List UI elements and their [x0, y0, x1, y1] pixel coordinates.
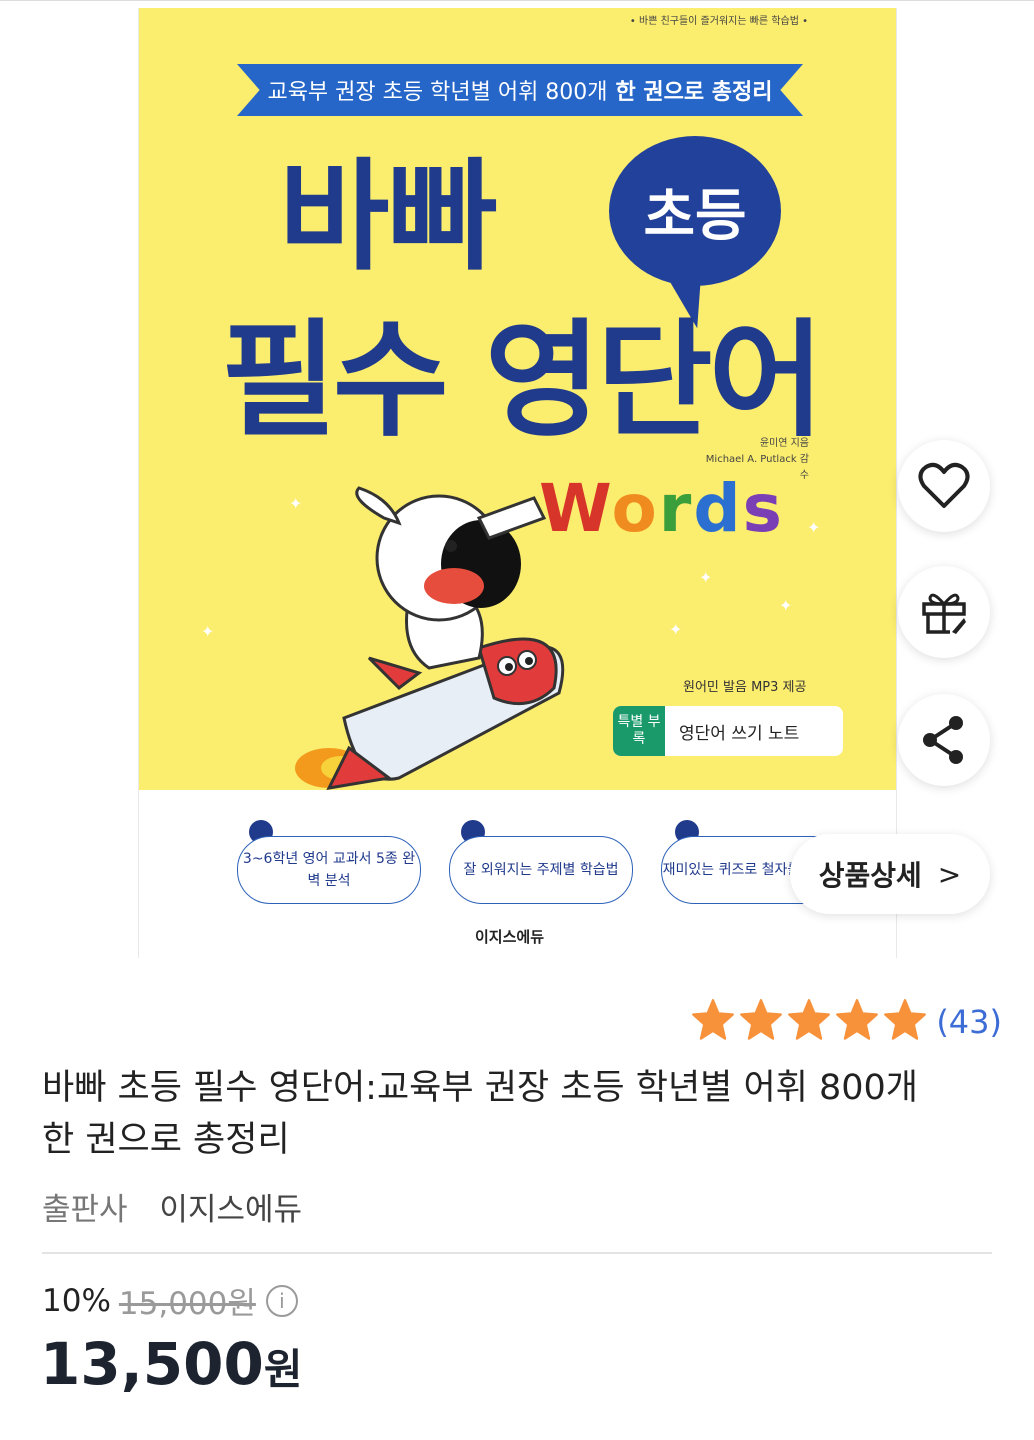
star-icon [884, 999, 927, 1040]
cover-publisher-logo: 이지스에듀 [475, 928, 545, 946]
publisher-label: 출판사 [42, 1192, 128, 1228]
rating-stars [688, 998, 928, 1046]
cover-banner: 교육부 권장 초등 학년별 어휘 800개 한 권으로 총정리 [237, 64, 803, 116]
publisher-name[interactable]: 이지스에듀 [159, 1192, 302, 1228]
cover-banner-strong: 한 권으로 총정리 [615, 80, 773, 105]
gift-icon [922, 593, 966, 634]
appendix-badge: 특별 부록 [613, 706, 665, 756]
share-icon [923, 716, 963, 764]
wishlist-button[interactable] [898, 440, 990, 532]
star-icon [836, 999, 879, 1040]
cover-tagline: • 바쁜 친구들이 즐거워지는 빠른 학습법 • [629, 16, 808, 27]
cover-feature-2: 잘 외워지는 주제별 학습법 [449, 836, 633, 904]
star-icon [740, 999, 783, 1040]
words-letter: o [611, 470, 659, 547]
top-divider [0, 0, 1034, 1]
cover-title-line1: 바빠 [279, 148, 498, 287]
words-letter: s [742, 470, 784, 547]
sale-price-unit: 원 [263, 1345, 303, 1394]
book-cover-image[interactable]: • 바쁜 친구들이 즐거워지는 빠른 학습법 • 교육부 권장 초등 학년별 어… [138, 8, 897, 958]
product-detail-button[interactable]: 상품상세 > [790, 834, 990, 914]
sale-price: 13,500원 [40, 1330, 302, 1398]
price-discount-row: 10% 15,000원 i [42, 1278, 298, 1323]
discount-rate: 10% [42, 1282, 111, 1319]
star-decoration: ✦ [699, 568, 713, 587]
product-detail-label: 상품상세 [818, 859, 922, 892]
star-decoration: ✦ [779, 596, 793, 615]
star-decoration: ✦ [807, 518, 821, 537]
heart-icon [918, 462, 970, 508]
gift-button[interactable] [898, 566, 990, 658]
star-icon [788, 999, 831, 1040]
cover-title-line2: 필수 영단어 [221, 307, 824, 454]
section-divider [42, 1252, 992, 1254]
cover-appendix: 특별 부록 영단어 쓰기 노트 [613, 706, 843, 756]
sale-price-number: 13,500 [40, 1330, 264, 1398]
info-icon[interactable]: i [265, 1284, 298, 1317]
cover-banner-text: 교육부 권장 초등 학년별 어휘 800개 [267, 80, 608, 105]
star-decoration: ✦ [201, 622, 215, 641]
cover-speech-bubble: 초등 [609, 136, 781, 286]
cover-author: 윤미연 지음 [759, 438, 809, 449]
chevron-right-icon: > [937, 857, 962, 891]
share-button[interactable] [898, 694, 990, 786]
words-letter: r [658, 470, 694, 547]
publisher-row: 출판사 이지스에듀 [42, 1184, 302, 1229]
rating-row[interactable]: (43) [688, 998, 1002, 1046]
cover-feature-1: 3~6학년 영어 교과서 5종 완벽 분석 [237, 836, 421, 904]
original-price: 15,000원 [118, 1286, 256, 1322]
astronaut-dog-rocket-illustration [295, 486, 565, 790]
star-decoration: ✦ [669, 620, 683, 639]
appendix-text: 영단어 쓰기 노트 [679, 723, 800, 744]
review-count-link[interactable]: (43) [936, 1003, 1002, 1041]
cover-mp3-note: 원어민 발음 MP3 제공 [683, 680, 807, 695]
words-letter: d [693, 470, 743, 547]
star-icon [692, 999, 735, 1040]
product-title: 바빠 초등 필수 영단어:교육부 권장 초등 학년별 어휘 800개 한 권으로… [42, 1068, 919, 1160]
